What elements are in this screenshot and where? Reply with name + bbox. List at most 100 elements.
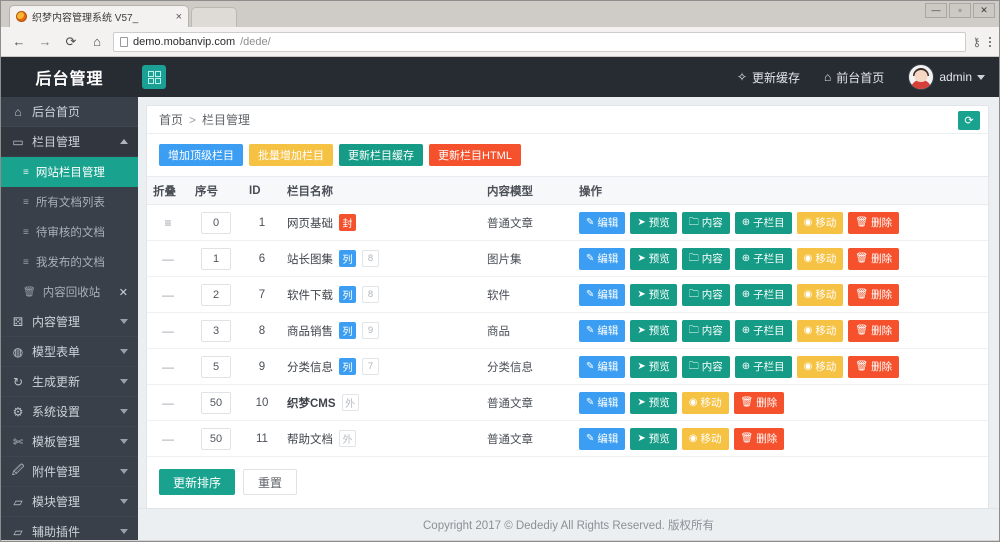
fold-toggle-icon[interactable]: —	[162, 324, 174, 338]
toolbar-button-0[interactable]: 增加顶级栏目	[159, 144, 243, 166]
action-子栏目-button[interactable]: ⊕ 子栏目	[734, 247, 792, 270]
fold-toggle-icon[interactable]: ≡	[164, 216, 171, 230]
home-icon[interactable]: ⌂	[87, 32, 107, 52]
column-name[interactable]: 软件下载	[287, 287, 333, 303]
action-预览-button[interactable]: ➤ 预览	[630, 355, 677, 378]
refresh-button[interactable]: ⟳	[958, 111, 980, 130]
fold-toggle-icon[interactable]: —	[162, 360, 174, 374]
action-删除-button[interactable]: 🗑 删除	[848, 355, 900, 378]
frontend-home-button[interactable]: ⌂ 前台首页	[824, 69, 884, 86]
column-name[interactable]: 商品销售	[287, 323, 333, 339]
action-子栏目-button[interactable]: ⊕ 子栏目	[734, 283, 792, 306]
action-编辑-button[interactable]: ✎ 编辑	[579, 283, 626, 306]
action-预览-button[interactable]: ➤ 预览	[630, 319, 677, 342]
action-移动-button[interactable]: ◉ 移动	[796, 247, 844, 270]
action-预览-button[interactable]: ➤ 预览	[630, 211, 677, 234]
sidebar-item-1[interactable]: ▭ 栏目管理	[1, 127, 138, 157]
action-编辑-button[interactable]: ✎ 编辑	[579, 355, 626, 378]
column-name[interactable]: 网页基础	[287, 215, 333, 231]
tab-close-icon[interactable]: ×	[176, 11, 182, 23]
maximize-icon[interactable]: ▫	[949, 3, 971, 18]
sidebar-item-3[interactable]: ◍ 模型表单	[1, 337, 138, 367]
action-移动-button[interactable]: ◉ 移动	[796, 211, 844, 234]
action-子栏目-button[interactable]: ⊕ 子栏目	[734, 319, 792, 342]
action-删除-button[interactable]: 🗑 删除	[733, 391, 785, 414]
column-name[interactable]: 帮助文档	[287, 431, 333, 447]
sidebar-item-7[interactable]: 🖉 附件管理	[1, 457, 138, 487]
action-内容-button[interactable]: 🗀 内容	[681, 355, 730, 378]
sidebar-item-2[interactable]: ⚄ 内容管理	[1, 307, 138, 337]
action-移动-button[interactable]: ◉ 移动	[681, 391, 729, 414]
action-移动-button[interactable]: ◉ 移动	[796, 319, 844, 342]
toolbar-button-1[interactable]: 批量增加栏目	[249, 144, 333, 166]
action-编辑-button[interactable]: ✎ 编辑	[579, 211, 626, 234]
order-input[interactable]: 3	[201, 319, 231, 342]
column-name[interactable]: 织梦CMS	[287, 395, 336, 411]
forward-icon[interactable]: →	[35, 32, 55, 52]
sidebar-subitem-2[interactable]: ≡ 待审核的文档	[1, 217, 138, 247]
action-内容-button[interactable]: 🗀 内容	[681, 211, 730, 234]
action-预览-button[interactable]: ➤ 预览	[630, 283, 677, 306]
action-子栏目-button[interactable]: ⊕ 子栏目	[734, 211, 792, 234]
close-icon[interactable]: ✕	[973, 3, 995, 18]
back-icon[interactable]: ←	[9, 32, 29, 52]
action-删除-button[interactable]: 🗑 删除	[848, 211, 900, 234]
action-内容-button[interactable]: 🗀 内容	[681, 319, 730, 342]
sidebar-subitem-3[interactable]: ≡ 我发布的文档	[1, 247, 138, 277]
action-编辑-button[interactable]: ✎ 编辑	[579, 247, 626, 270]
close-icon[interactable]: ✕	[119, 286, 128, 299]
breadcrumb-home[interactable]: 首页	[159, 111, 183, 128]
order-input[interactable]: 50	[201, 391, 231, 414]
column-name[interactable]: 分类信息	[287, 359, 333, 375]
action-预览-button[interactable]: ➤ 预览	[630, 391, 677, 414]
action-预览-button[interactable]: ➤ 预览	[630, 427, 677, 450]
action-预览-button[interactable]: ➤ 预览	[630, 247, 677, 270]
action-删除-button[interactable]: 🗑 删除	[848, 283, 900, 306]
update-cache-button[interactable]: ✧ 更新缓存	[737, 69, 800, 86]
order-input[interactable]: 1	[201, 247, 231, 270]
action-删除-button[interactable]: 🗑 删除	[733, 427, 785, 450]
sidebar-subitem-0[interactable]: ≡ 网站栏目管理	[1, 157, 138, 187]
action-移动-button[interactable]: ◉ 移动	[796, 283, 844, 306]
column-name[interactable]: 站长图集	[287, 251, 333, 267]
new-tab-button[interactable]	[191, 7, 237, 27]
fold-toggle-icon[interactable]: —	[162, 396, 174, 410]
action-编辑-button[interactable]: ✎ 编辑	[579, 427, 626, 450]
grid-icon[interactable]	[142, 65, 166, 89]
action-删除-button[interactable]: 🗑 删除	[848, 319, 900, 342]
order-input[interactable]: 50	[201, 427, 231, 450]
sidebar-item-6[interactable]: ✄ 模板管理	[1, 427, 138, 457]
sidebar-item-8[interactable]: ▱ 模块管理	[1, 487, 138, 517]
action-移动-button[interactable]: ◉ 移动	[796, 355, 844, 378]
toolbar-button-2[interactable]: 更新栏目缓存	[339, 144, 423, 166]
key-icon[interactable]: ⚷	[971, 34, 982, 49]
toolbar-button-3[interactable]: 更新栏目HTML	[429, 144, 521, 166]
order-input[interactable]: 5	[201, 355, 231, 378]
action-编辑-button[interactable]: ✎ 编辑	[579, 391, 626, 414]
fold-toggle-icon[interactable]: —	[162, 252, 174, 266]
fold-toggle-icon[interactable]: —	[162, 432, 174, 446]
action-子栏目-button[interactable]: ⊕ 子栏目	[734, 355, 792, 378]
action-删除-button[interactable]: 🗑 删除	[848, 247, 900, 270]
action-内容-button[interactable]: 🗀 内容	[681, 247, 730, 270]
bottom-button-1[interactable]: 重置	[243, 469, 298, 495]
user-menu[interactable]: admin	[908, 64, 985, 90]
action-移动-button[interactable]: ◉ 移动	[681, 427, 729, 450]
browser-menu-icon[interactable]	[989, 36, 991, 48]
sidebar-item-5[interactable]: ⚙ 系统设置	[1, 397, 138, 427]
browser-tab[interactable]: 织梦内容管理系统 V57_ ×	[9, 5, 189, 27]
sidebar-item-0[interactable]: ⌂ 后台首页	[1, 97, 138, 127]
bottom-button-0[interactable]: 更新排序	[159, 469, 236, 495]
minimize-icon[interactable]: —	[925, 3, 947, 18]
sidebar-subitem-4[interactable]: 🗑 内容回收站 ✕	[1, 277, 138, 307]
order-input[interactable]: 0	[201, 211, 231, 234]
sidebar-item-9[interactable]: ▱ 辅助插件	[1, 517, 138, 540]
sidebar-subitem-1[interactable]: ≡ 所有文档列表	[1, 187, 138, 217]
reload-icon[interactable]: ⟳	[61, 32, 81, 52]
sidebar-item-4[interactable]: ↻ 生成更新	[1, 367, 138, 397]
address-bar[interactable]: demo.mobanvip.com/dede/	[113, 31, 967, 52]
order-input[interactable]: 2	[201, 283, 231, 306]
action-内容-button[interactable]: 🗀 内容	[681, 283, 730, 306]
fold-toggle-icon[interactable]: —	[162, 288, 174, 302]
action-编辑-button[interactable]: ✎ 编辑	[579, 319, 626, 342]
